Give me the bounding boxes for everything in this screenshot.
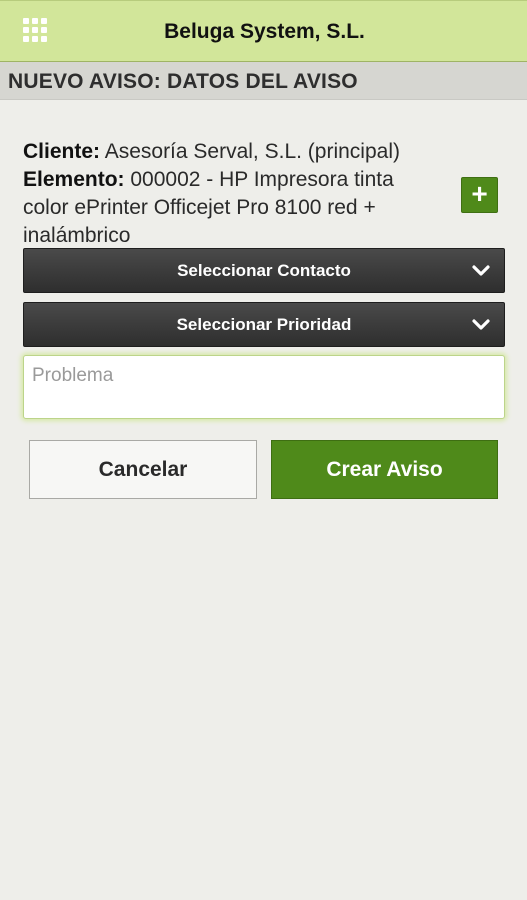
chevron-down-icon (472, 265, 490, 276)
problem-input[interactable] (23, 355, 505, 419)
cliente-row: Cliente: Asesoría Serval, S.L. (principa… (23, 138, 443, 166)
select-contacto[interactable]: Seleccionar Contacto (23, 248, 505, 293)
section-title: NUEVO AVISO: DATOS DEL AVISO (8, 70, 358, 93)
cancel-button[interactable]: Cancelar (29, 440, 257, 499)
elemento-label: Elemento: (23, 168, 125, 191)
app-header: Beluga System, S.L. (0, 0, 527, 62)
chevron-down-icon (472, 319, 490, 330)
cliente-label: Cliente: (23, 140, 101, 163)
section-header: NUEVO AVISO: DATOS DEL AVISO (0, 62, 527, 100)
select-prioridad[interactable]: Seleccionar Prioridad (23, 302, 505, 347)
create-notice-button[interactable]: Crear Aviso (271, 440, 498, 499)
app-title: Beluga System, S.L. (164, 20, 365, 43)
notice-details: Cliente: Asesoría Serval, S.L. (principa… (23, 138, 443, 250)
select-contacto-label: Seleccionar Contacto (177, 261, 351, 280)
cliente-value: Asesoría Serval, S.L. (principal) (104, 140, 400, 163)
select-prioridad-label: Seleccionar Prioridad (176, 315, 352, 334)
elemento-row: Elemento: 000002 - HP Impresora tinta co… (23, 166, 443, 250)
add-element-button[interactable]: + (461, 177, 498, 213)
